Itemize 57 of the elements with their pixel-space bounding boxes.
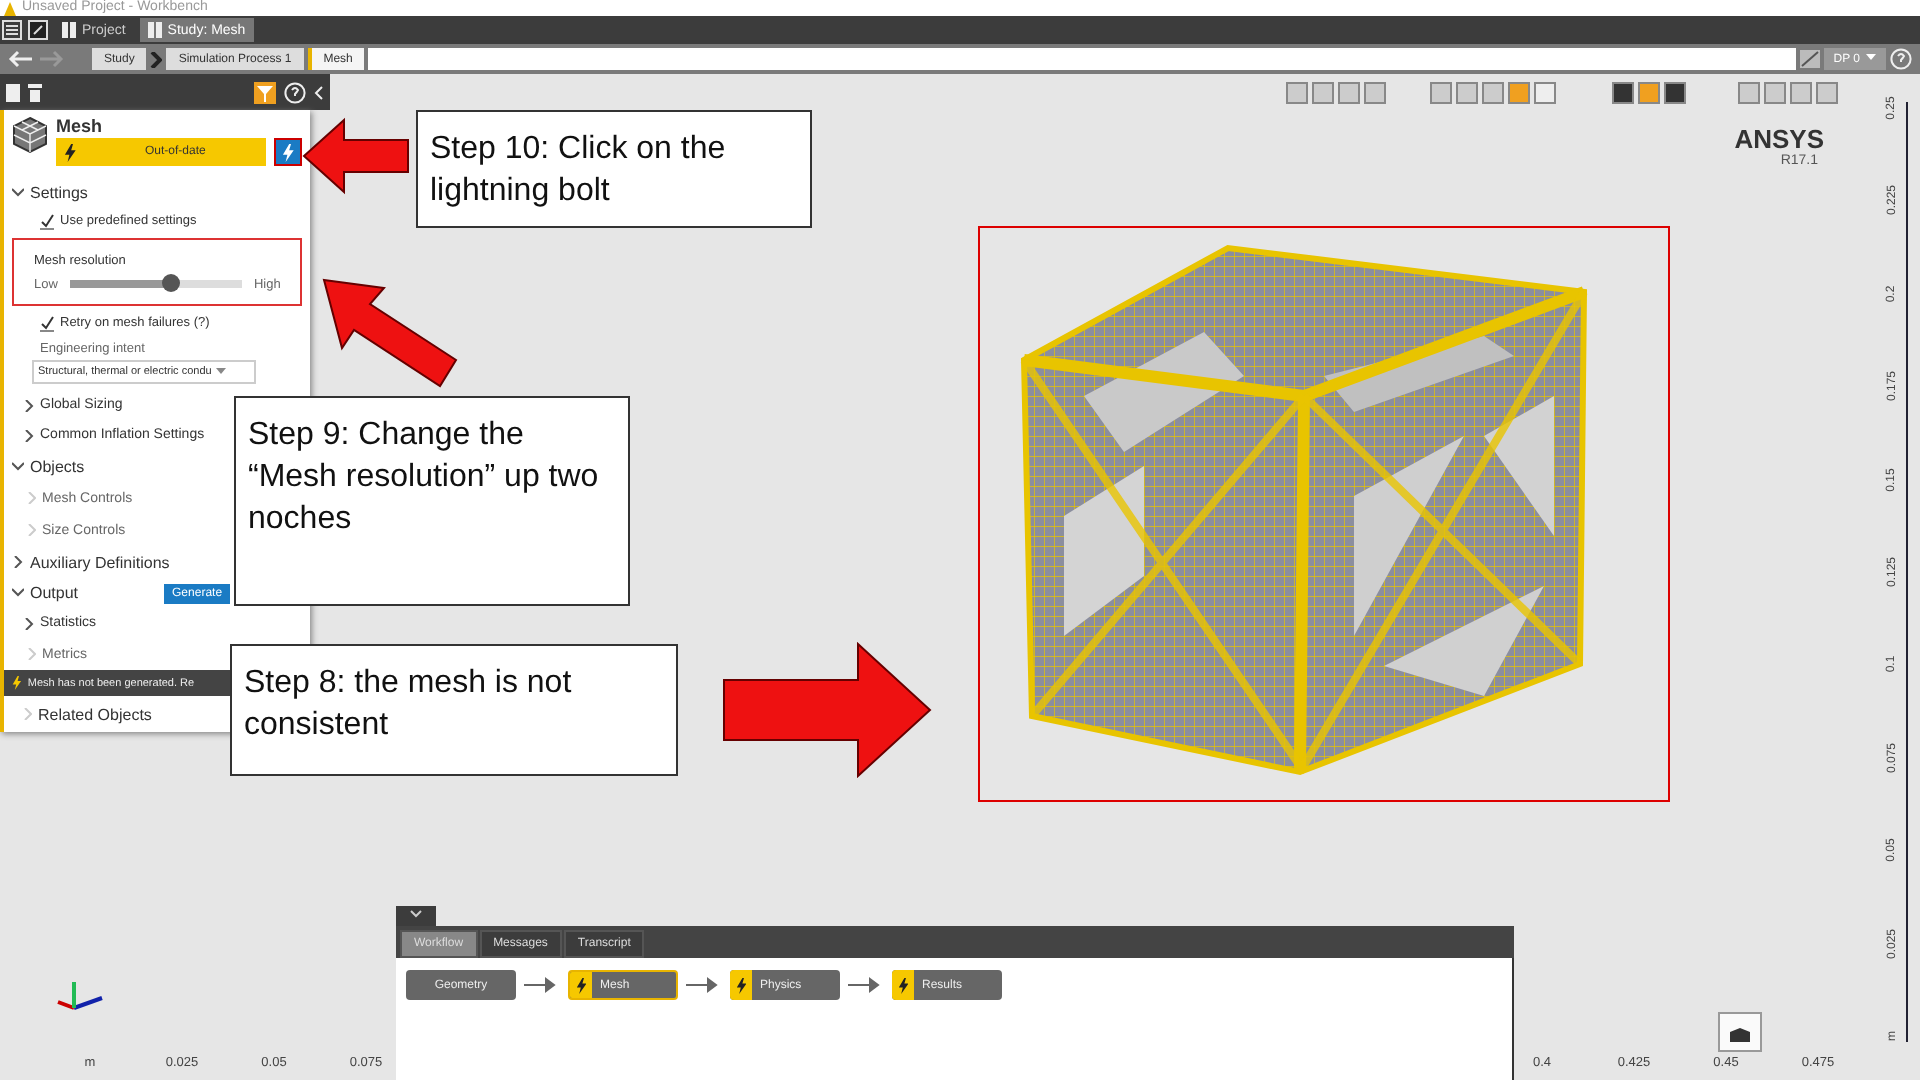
slider-track[interactable] — [69, 280, 242, 288]
chevron-icon[interactable] — [12, 584, 24, 602]
collapse-button[interactable] — [396, 906, 436, 926]
panes-icon — [62, 22, 76, 38]
section-header[interactable]: Auxiliary Definitions — [30, 553, 170, 571]
brand-logo: ANSYS — [1734, 124, 1824, 154]
slider-thumb[interactable] — [161, 274, 180, 292]
related-objects-link[interactable]: Related Objects — [38, 705, 152, 723]
section-header[interactable]: Output — [30, 584, 79, 602]
help-icon[interactable] — [284, 81, 306, 103]
path-field[interactable] — [368, 48, 1796, 70]
chevron-icon[interactable] — [12, 457, 24, 475]
toolbar-icon[interactable] — [1664, 81, 1686, 103]
checkbox[interactable] — [40, 213, 54, 229]
back-arrow-icon[interactable] — [8, 50, 34, 68]
chevron-icon[interactable] — [24, 429, 34, 441]
document-icon[interactable] — [6, 83, 20, 101]
section-header[interactable]: Settings — [30, 183, 88, 201]
section-header[interactable]: Objects — [30, 457, 85, 475]
panel-title: Mesh — [56, 116, 105, 136]
arrow-icon — [722, 642, 934, 778]
callout-text: Step 10: Click on the lightning bolt — [416, 110, 812, 228]
lightning-icon — [575, 977, 587, 993]
chevron-icon[interactable] — [12, 553, 24, 571]
caret-icon — [215, 368, 226, 376]
lightning-icon — [281, 143, 295, 161]
chevron-icon[interactable] — [24, 617, 34, 629]
chevron-icon — [28, 492, 36, 504]
mesh-cube-icon — [12, 116, 48, 154]
chevron-icon — [150, 51, 163, 67]
delete-icon[interactable] — [28, 83, 42, 101]
chevron-icon[interactable] — [24, 399, 34, 411]
menu-icon[interactable] — [2, 20, 22, 40]
panes-icon — [147, 22, 162, 38]
arrow-icon — [300, 116, 412, 196]
lightning-icon — [12, 676, 22, 690]
filter-icon[interactable] — [254, 81, 276, 103]
app-icon — [4, 1, 16, 15]
lightning-icon — [735, 977, 747, 993]
grid-icon[interactable] — [1799, 50, 1820, 68]
callout-text: Step 8: the mesh is not consistent — [230, 644, 678, 776]
collapse-icon[interactable] — [314, 85, 324, 99]
chevron-icon — [28, 648, 36, 660]
caret-icon — [1866, 53, 1876, 61]
arrow-icon — [320, 276, 460, 392]
lightning-icon — [64, 143, 77, 161]
lightning-icon — [897, 977, 909, 993]
window-icon[interactable] — [28, 20, 48, 40]
chevron-icon — [24, 708, 32, 720]
view-cube-icon[interactable] — [1718, 1012, 1762, 1052]
chevron-icon — [28, 524, 36, 536]
chevron-icon — [410, 910, 422, 918]
callout-text: Step 9: Change the “Mesh resolution” up two noches — [234, 396, 630, 606]
checkbox[interactable] — [40, 315, 54, 331]
update-button[interactable] — [274, 138, 302, 166]
chevron-icon[interactable] — [12, 183, 24, 201]
toolbar-icon[interactable] — [1612, 81, 1634, 103]
